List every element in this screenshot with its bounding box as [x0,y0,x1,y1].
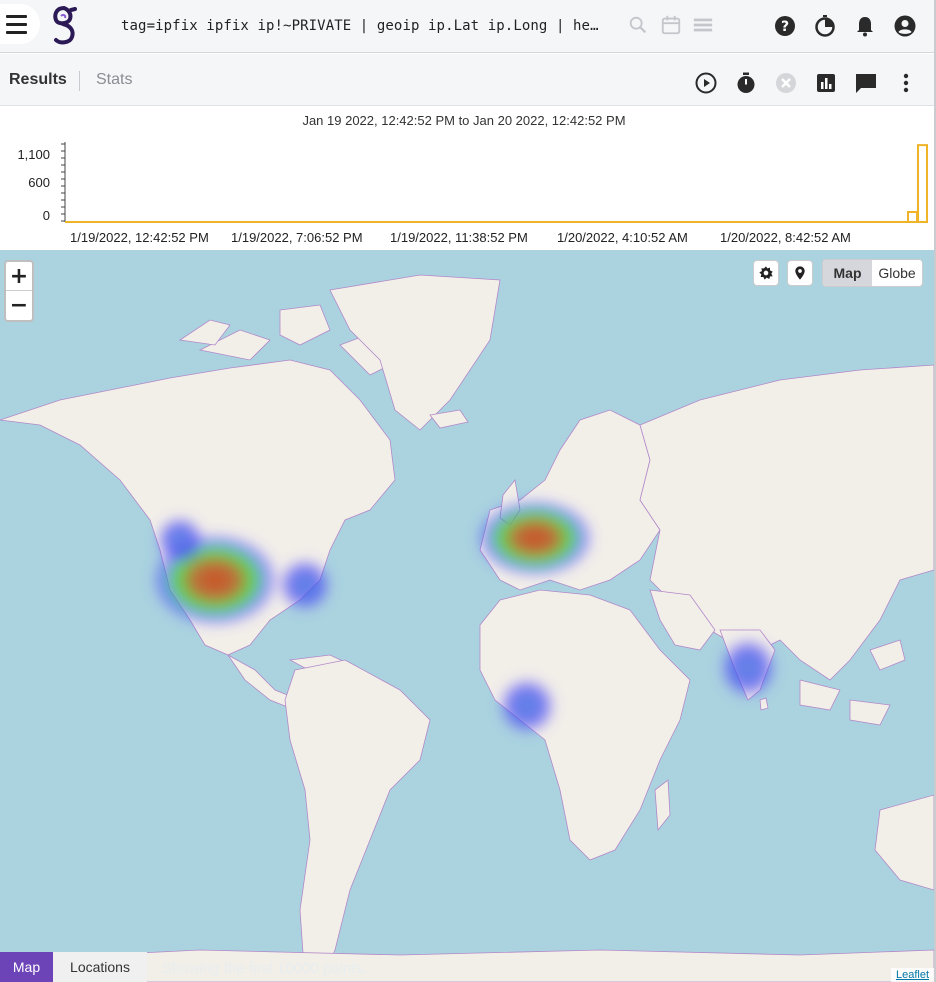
play-icon[interactable] [694,71,718,95]
x-tick-label: 1/19/2022, 11:38:52 PM [390,230,528,245]
more-vert-icon[interactable] [894,71,918,95]
query-input[interactable]: tag=ipfix ipfix ip!~PRIVATE | geoip ip.L… [121,18,601,34]
gravwell-logo[interactable] [51,6,77,46]
x-axis-labels: 1/19/2022, 12:42:52 PM 1/19/2022, 7:06:5… [0,230,934,248]
location-pin-icon [795,266,805,280]
y-tick-label: 600 [28,175,50,190]
menu-icon [6,15,27,34]
tab-stats[interactable]: Stats [96,71,132,89]
zoom-in-button[interactable]: + [6,262,32,291]
histogram-chart: 1,100 600 0 [17,142,928,223]
x-tick-label: 1/20/2022, 8:42:52 AM [720,230,851,245]
leaflet-attribution-link[interactable]: Leaflet [890,968,934,982]
map-location-button[interactable] [787,260,813,286]
map-settings-button[interactable] [753,260,779,286]
svg-text:?: ? [781,19,789,35]
timer-icon[interactable] [813,14,837,38]
x-tick-label: 1/20/2022, 4:10:52 AM [557,230,688,245]
histogram-bar[interactable] [917,144,928,223]
help-icon[interactable]: ? [773,14,797,38]
calendar-icon[interactable] [660,14,682,36]
comment-icon[interactable] [854,71,878,95]
heatmap-map[interactable]: + − Map Globe Map Locations Showing the … [0,250,934,982]
zoom-control: + − [4,260,34,322]
tab-map[interactable]: Map [0,952,53,982]
y-tick-label: 0 [43,208,50,223]
tab-divider [79,71,80,91]
tab-results[interactable]: Results [9,71,67,89]
results-tabs-bar: Results Stats [0,54,934,106]
stopwatch-icon[interactable] [734,71,758,95]
view-map-button[interactable]: Map [823,260,873,286]
histogram: Jan 19 2022, 12:42:52 PM to Jan 20 2022,… [0,106,934,250]
search-icon[interactable] [627,14,649,36]
menu-button[interactable] [0,4,40,44]
view-globe-button[interactable]: Globe [872,260,922,286]
x-tick-label: 1/19/2022, 12:42:52 PM [70,230,209,245]
map-bottom-bar: Map Locations Showing the first 10000 po… [0,952,600,982]
y-tick-label: 1,100 [17,147,50,162]
world-map-tiles[interactable] [0,250,934,982]
zoom-out-button[interactable]: − [6,291,32,320]
map-globe-toggle: Map Globe [822,259,923,287]
notifications-icon[interactable] [853,14,877,38]
histogram-bar[interactable] [907,210,918,223]
settings-icon [759,266,773,280]
x-tick-label: 1/19/2022, 7:06:52 PM [231,230,363,245]
chart-icon[interactable] [814,71,838,95]
tab-locations[interactable]: Locations [53,952,147,982]
points-status: Showing the first 10000 points. [162,960,368,977]
cancel-icon[interactable] [774,71,798,95]
list-icon[interactable] [692,14,714,36]
account-icon[interactable] [893,14,917,38]
top-bar: tag=ipfix ipfix ip!~PRIVATE | geoip ip.L… [0,0,934,53]
